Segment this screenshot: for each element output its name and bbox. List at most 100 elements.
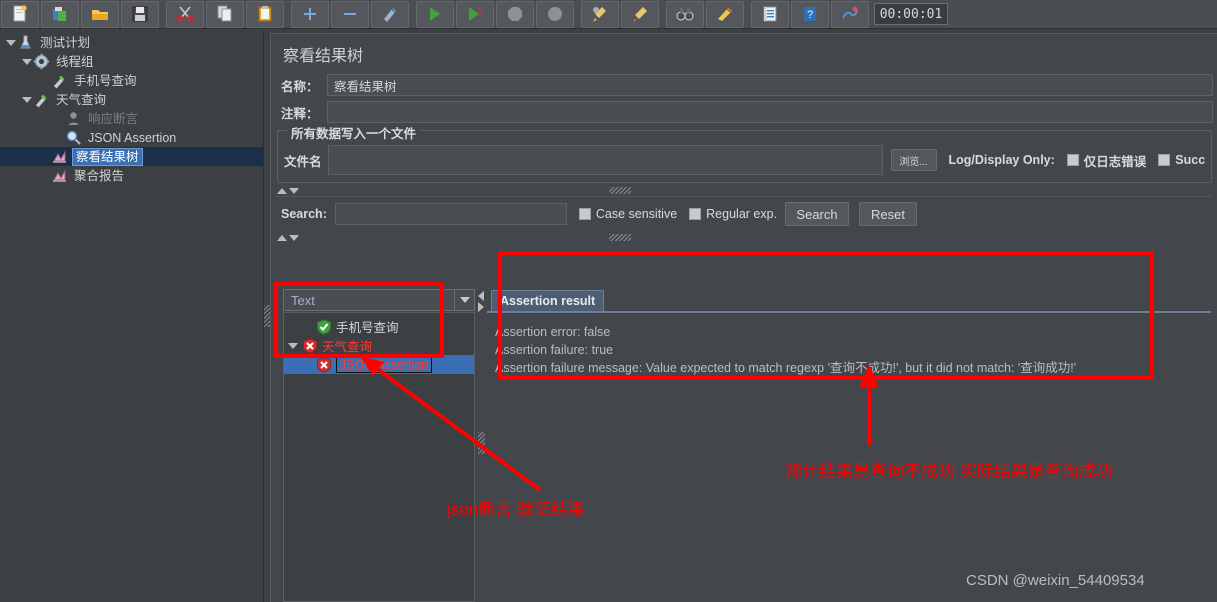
assertion-failure-message-line: Assertion failure message: Value expecte…	[495, 361, 1077, 375]
chevron-down-icon[interactable]	[20, 93, 33, 106]
toggle-button[interactable]	[371, 0, 409, 28]
filename-row: 文件名 浏览... Log/Display Only: 仅日志错误 Succ	[284, 145, 1205, 175]
tree-item-thread-group[interactable]: 线程组	[0, 52, 263, 71]
aggregate-report-icon	[53, 169, 66, 182]
search-input[interactable]	[334, 203, 567, 225]
collapse-all-button[interactable]	[331, 0, 369, 28]
successes-only-checkbox[interactable]	[1158, 154, 1171, 166]
result-row-json-assertion[interactable]: JSON Assertion	[284, 355, 474, 374]
stop-button[interactable]	[496, 0, 534, 28]
test-plan-tree[interactable]: 测试计划 线程组 手机号查询 天气查询 响应断言 JSON Assertion …	[0, 30, 264, 602]
save-button[interactable]	[121, 0, 159, 28]
results-vertical-splitter[interactable]	[475, 289, 487, 602]
case-sensitive-label: Case sensitive	[595, 207, 678, 221]
clear-button[interactable]	[581, 0, 619, 28]
browse-button[interactable]: 浏览...	[890, 149, 937, 171]
thread-group-gear-icon	[33, 53, 50, 70]
expand-all-button[interactable]	[291, 0, 329, 28]
annotation-note-right: 预计结果是查询不成功 实际结果是查询成功	[785, 462, 1113, 481]
result-row-label: 手机号查询	[336, 321, 399, 335]
start-button[interactable]	[416, 0, 454, 28]
toolbar-separator-2	[285, 1, 290, 28]
toggle-pencil-icon	[384, 8, 396, 22]
chevron-down-icon[interactable]	[4, 36, 17, 49]
function-helper-button[interactable]	[751, 0, 789, 28]
tree-item-view-results-tree[interactable]: 察看结果树	[0, 147, 263, 166]
top-split-divider[interactable]	[275, 185, 1213, 196]
chevron-down-icon[interactable]	[454, 290, 474, 310]
tree-item-weather-query[interactable]: 天气查询	[0, 90, 263, 109]
name-input[interactable]: 察看结果树	[327, 74, 1213, 96]
http-sampler-icon	[54, 75, 65, 89]
elapsed-timer: 00:00:01	[874, 3, 948, 25]
divider-arrows[interactable]	[277, 234, 299, 241]
tab-assertion-result[interactable]: Assertion result	[491, 290, 605, 311]
tree-item-test-plan[interactable]: 测试计划	[0, 33, 263, 52]
scissors-icon	[176, 6, 194, 23]
divider-grip[interactable]	[609, 234, 631, 241]
svg-text:?: ?	[807, 9, 813, 21]
chevron-up-icon[interactable]	[277, 187, 287, 194]
clear-all-button[interactable]	[621, 0, 659, 28]
chevron-right-icon[interactable]	[478, 302, 484, 312]
results-tree-column: Text 手机号查询 天气查询 JSON Assertion	[275, 289, 475, 602]
successes-only-label: Succ	[1175, 153, 1206, 167]
main-toolbar: ? 00:00:01	[0, 0, 1217, 29]
templates-icon	[53, 7, 66, 21]
chevron-down-icon[interactable]	[289, 234, 299, 241]
page-title: 察看结果树	[283, 48, 364, 65]
renderer-select[interactable]: Text	[283, 289, 475, 311]
errors-only-checkbox[interactable]	[1066, 154, 1079, 166]
tree-item-label: 察看结果树	[72, 147, 143, 166]
splitter-arrows[interactable]	[478, 291, 484, 312]
cut-button[interactable]	[166, 0, 204, 28]
tree-item-response-assertion[interactable]: 响应断言	[0, 109, 263, 128]
green-check-shield-icon	[317, 318, 331, 335]
result-row-phone-query[interactable]: 手机号查询	[284, 317, 474, 336]
shutdown-button[interactable]	[536, 0, 574, 28]
open-button[interactable]	[81, 0, 119, 28]
stop-octagon-icon	[508, 7, 522, 21]
bottom-split-divider[interactable]	[275, 232, 1213, 243]
chevron-up-icon[interactable]	[277, 234, 287, 241]
new-test-plan-button[interactable]	[1, 0, 39, 28]
search-submit-button[interactable]: Search	[785, 202, 850, 226]
chevron-down-icon[interactable]	[20, 55, 33, 68]
search-button-toolbar[interactable]	[666, 0, 704, 28]
toolbar-separator-4	[575, 1, 580, 28]
divider-arrows[interactable]	[277, 187, 299, 194]
filename-input[interactable]	[327, 145, 883, 175]
comment-label: 注释：	[281, 106, 319, 121]
case-sensitive-checkbox[interactable]	[578, 208, 591, 220]
help-button[interactable]: ?	[791, 0, 829, 28]
paste-button[interactable]	[246, 0, 284, 28]
toolbar-separator-5	[660, 1, 665, 28]
comment-input[interactable]	[327, 101, 1213, 123]
undo-redo-button[interactable]	[831, 0, 869, 28]
sample-result-tree[interactable]: 手机号查询 天气查询 JSON Assertion	[283, 312, 475, 602]
regular-exp-checkbox[interactable]	[689, 208, 702, 220]
search-reset-button[interactable]: Reset	[859, 202, 918, 226]
json-assertion-magnifier-icon	[66, 130, 81, 145]
splitter-grip[interactable]	[477, 432, 485, 454]
result-row-label: JSON Assertion	[336, 356, 433, 373]
view-results-tree-panel: 察看结果树 名称： 察看结果树 注释： 所有数据写入一个文件 文件名 浏览...…	[270, 33, 1217, 602]
templates-button[interactable]	[41, 0, 79, 28]
results-split-pane: Text 手机号查询 天气查询 JSON Assertion Assertion…	[275, 289, 1217, 602]
notepad-icon	[763, 6, 777, 22]
green-play-nopause-icon	[469, 7, 482, 21]
start-no-pauses-button[interactable]	[456, 0, 494, 28]
chevron-down-icon[interactable]	[286, 343, 300, 349]
chevron-left-icon[interactable]	[478, 291, 484, 301]
result-row-weather-query[interactable]: 天气查询	[284, 336, 474, 355]
divider-grip[interactable]	[609, 187, 631, 194]
tree-item-phone-query[interactable]: 手机号查询	[0, 71, 263, 90]
chevron-down-icon[interactable]	[289, 187, 299, 194]
tree-item-label: 测试计划	[40, 35, 91, 50]
copy-button[interactable]	[206, 0, 244, 28]
tree-item-aggregate-report[interactable]: 聚合报告	[0, 166, 263, 185]
filename-label: 文件名	[284, 154, 322, 169]
tree-item-json-assertion[interactable]: JSON Assertion	[0, 128, 263, 147]
reset-search-button-toolbar[interactable]	[706, 0, 744, 28]
